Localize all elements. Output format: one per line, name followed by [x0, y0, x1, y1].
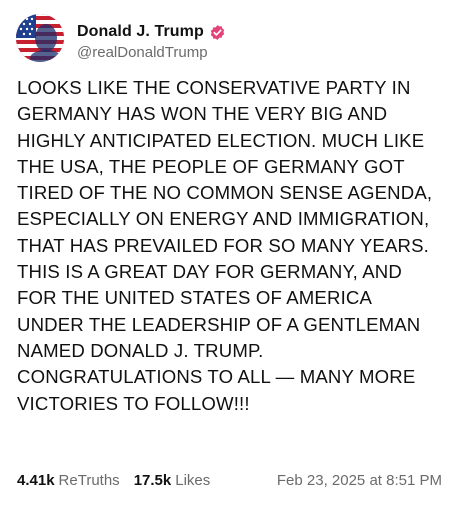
avatar-image: [16, 14, 64, 62]
avatar[interactable]: [16, 14, 64, 62]
likes-label[interactable]: Likes: [175, 472, 210, 489]
post-stats: 4.41k ReTruths 17.5k Likes: [17, 472, 224, 489]
likes-count[interactable]: 17.5k: [134, 472, 172, 489]
post-timestamp[interactable]: Feb 23, 2025 at 8:51 PM: [277, 472, 442, 489]
author-name-row: Donald J. Trump: [77, 21, 226, 43]
author-handle[interactable]: @realDonaldTrump: [77, 44, 208, 61]
post-card: Donald J. Trump @realDonaldTrump LOOKS L…: [0, 0, 459, 512]
retruths-count[interactable]: 4.41k: [17, 472, 55, 489]
author-display-name[interactable]: Donald J. Trump: [77, 23, 204, 41]
verified-badge-icon: [209, 24, 226, 41]
post-body-text: LOOKS LIKE THE CONSERVATIVE PARTY IN GER…: [17, 77, 433, 414]
retruths-label[interactable]: ReTruths: [59, 472, 120, 489]
